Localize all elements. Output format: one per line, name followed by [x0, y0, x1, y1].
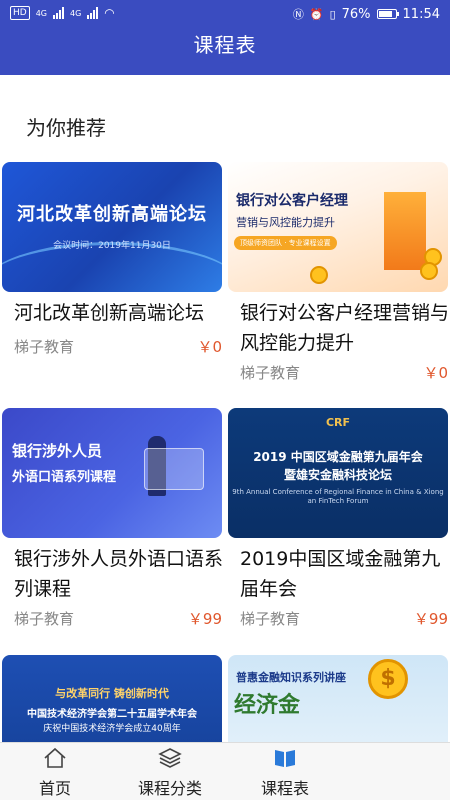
course-title[interactable]: 银行对公客户经理营销与风控能力提升 — [228, 298, 450, 358]
course-title[interactable]: 银行涉外人员外语口语系列课程 — [2, 544, 224, 604]
layers-icon — [158, 748, 182, 768]
nav-item-home[interactable]: 首页 — [0, 743, 110, 800]
book-icon — [275, 750, 295, 767]
home-icon — [44, 747, 66, 768]
section-title: 为你推荐 — [26, 116, 106, 140]
nav-item-schedule[interactable]: 课程表 — [230, 743, 340, 800]
dollar-coin-icon: $ — [368, 659, 408, 699]
course-provider: 梯子教育 — [14, 338, 75, 356]
thumb-subtitle: 会议时间：2019年11月30日 — [53, 241, 171, 251]
course-title[interactable]: 河北改革创新高端论坛 — [2, 298, 224, 328]
building-illustration — [384, 192, 426, 270]
course-card[interactable]: 银行对公客户经理 营销与风控能力提升 顶级师资团队 · 专业课程设置 银行对公客… — [228, 162, 450, 384]
nav-label: 课程分类 — [137, 779, 202, 798]
course-thumbnail[interactable]: CRF 2019 中国区域金融第九届年会 暨雄安金融科技论坛 9th Annua… — [228, 408, 448, 538]
course-thumbnail[interactable]: 河北改革创新高端论坛 会议时间：2019年11月30日 — [2, 162, 222, 292]
battery-percent: 76% — [341, 6, 371, 22]
course-card[interactable]: 银行涉外人员 外语口语系列课程 银行涉外人员外语口语系列课程 梯子教育 ￥99 — [2, 408, 224, 630]
course-provider: 梯子教育 — [240, 610, 301, 628]
thumb-line2: 经济金 — [234, 693, 301, 718]
thumb-line1: 普惠金融知识系列讲座 — [236, 671, 346, 684]
bottom-nav: 首页 课程分类 课程表 — [0, 742, 450, 800]
thumb-headline: 河北改革创新高端论坛 — [17, 204, 207, 225]
clock: 11:54 — [402, 6, 440, 22]
nav-label: 课程表 — [260, 779, 309, 798]
app-header: HD 4G 4G ◠ Ⓝ ⏰ ▯ 76% 11:54 课程表 — [0, 0, 450, 75]
course-thumbnail[interactable]: 银行对公客户经理 营销与风控能力提升 顶级师资团队 · 专业课程设置 — [228, 162, 448, 292]
course-price: ￥99 — [187, 610, 222, 628]
course-price: ￥99 — [413, 610, 448, 628]
thumb-line1: 银行对公客户经理 — [236, 193, 348, 209]
signal-4g-label-2: 4G — [70, 8, 82, 18]
signal-icon — [53, 7, 64, 19]
course-provider: 梯子教育 — [14, 610, 75, 628]
status-bar: HD 4G 4G ◠ Ⓝ ⏰ ▯ 76% 11:54 — [0, 0, 450, 28]
page-title: 课程表 — [193, 33, 257, 57]
thumb-line2: 庆祝中国技术经济学会成立40周年 — [43, 724, 181, 734]
course-thumbnail[interactable]: 银行涉外人员 外语口语系列课程 — [2, 408, 222, 538]
thumb-line2: 暨雄安金融科技论坛 — [283, 468, 392, 482]
thumb-line0: 与改革同行 铸创新时代 — [55, 687, 169, 700]
thumb-english: 9th Annual Conference of Regional Financ… — [232, 488, 444, 505]
coin-icon — [310, 266, 328, 284]
course-provider: 梯子教育 — [240, 364, 301, 382]
course-title[interactable]: 2019中国区域金融第九届年会 — [228, 544, 450, 604]
thumb-line2: 营销与风控能力提升 — [236, 216, 335, 229]
nav-label: 首页 — [38, 779, 71, 798]
screen-illustration — [144, 448, 204, 490]
coin-icon — [420, 262, 438, 280]
hd-badge: HD — [10, 6, 30, 20]
vibrate-icon: ▯ — [329, 7, 336, 21]
nfc-icon: Ⓝ — [292, 8, 304, 21]
thumb-line1: 2019 中国区域金融第九届年会 — [253, 450, 423, 464]
course-price: ￥0 — [423, 364, 448, 382]
course-card[interactable]: CRF 2019 中国区域金融第九届年会 暨雄安金融科技论坛 9th Annua… — [228, 408, 448, 630]
thumb-pill: 顶级师资团队 · 专业课程设置 — [234, 236, 337, 250]
nav-item-categories[interactable]: 课程分类 — [115, 743, 225, 800]
course-price: ￥0 — [197, 338, 222, 356]
thumb-line1: 银行涉外人员 — [12, 442, 103, 460]
alarm-icon: ⏰ — [309, 7, 324, 21]
wifi-icon: ◠ — [104, 6, 115, 20]
crf-logo: CRF — [325, 416, 351, 429]
thumb-line1: 中国技术经济学会第二十五届学术年会 — [27, 709, 197, 720]
signal-4g-label-1: 4G — [35, 8, 47, 18]
signal-icon-2 — [87, 7, 99, 19]
thumb-line2: 外语口语系列课程 — [12, 470, 117, 485]
battery-icon — [376, 9, 399, 19]
course-card[interactable]: 河北改革创新高端论坛 会议时间：2019年11月30日 河北改革创新高端论坛 梯… — [2, 162, 222, 358]
